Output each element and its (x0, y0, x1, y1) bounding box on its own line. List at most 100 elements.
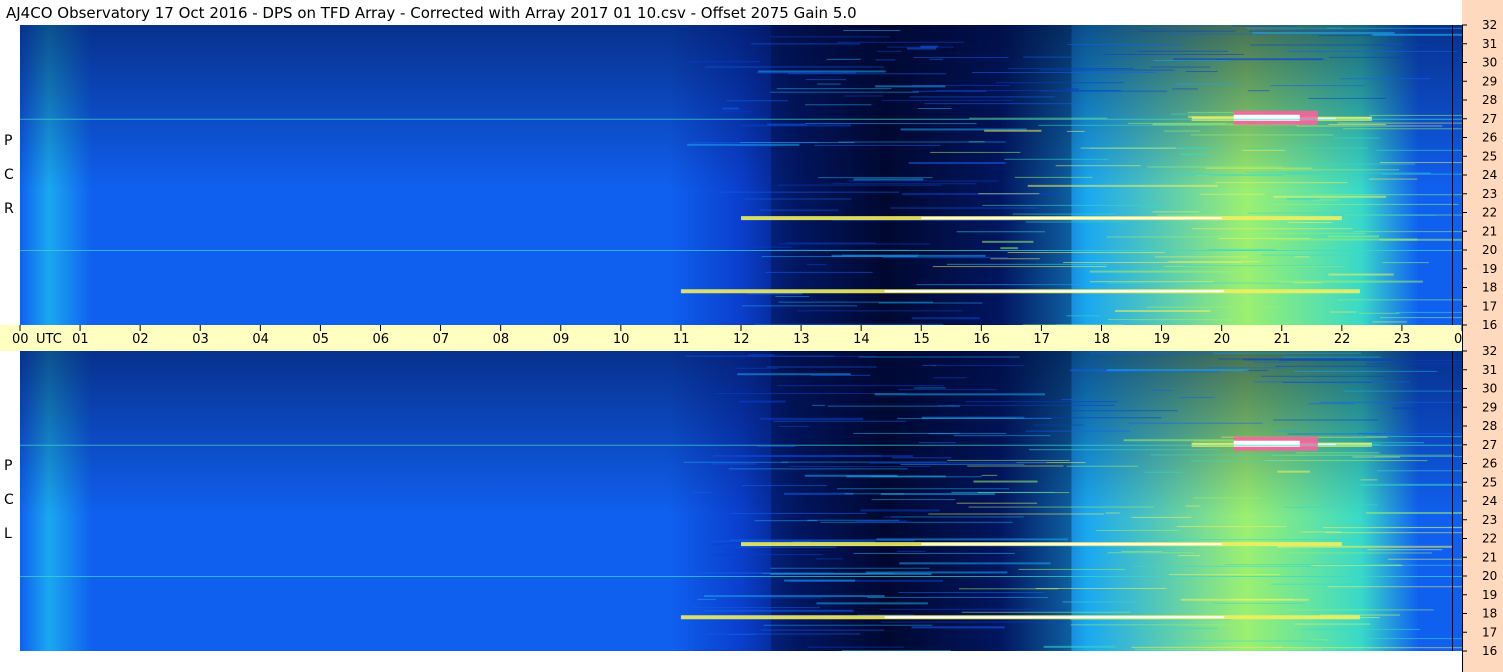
noise-streak (1342, 128, 1462, 130)
noise-streak (1253, 361, 1291, 363)
noise-streak (860, 509, 940, 512)
frequency-tick-label: 18 (1482, 281, 1497, 295)
noise-streak (1141, 206, 1162, 208)
time-tick-label: 14 (853, 332, 870, 347)
noise-streak (1106, 369, 1249, 372)
noise-streak (693, 649, 738, 651)
frequency-tick-label: 19 (1482, 262, 1497, 276)
noise-streak (898, 591, 1045, 593)
noise-streak (1185, 71, 1218, 73)
rfi-hotspot-core (1233, 114, 1300, 121)
noise-streak (1325, 532, 1462, 534)
noise-streak (978, 193, 1040, 195)
frequency-tick-label: 23 (1482, 513, 1497, 527)
noise-streak (911, 317, 981, 320)
noise-streak (1127, 122, 1227, 124)
noise-streak (1343, 390, 1462, 392)
noise-streak (697, 598, 717, 600)
noise-streak (853, 178, 924, 181)
noise-streak (1392, 407, 1454, 410)
time-tick-label: 08 (493, 332, 510, 347)
noise-streak (1270, 85, 1365, 87)
noise-streak (1131, 565, 1318, 567)
noise-streak (951, 491, 1055, 493)
frequency-tick-label: 24 (1482, 494, 1497, 508)
noise-streak (1183, 265, 1344, 267)
time-tick-label: 19 (1154, 332, 1171, 347)
noise-streak (1282, 356, 1381, 358)
noise-streak (1328, 273, 1394, 276)
rcp-letter-r: R (4, 201, 14, 217)
noise-streak (1144, 471, 1183, 473)
noise-streak (982, 240, 1034, 243)
noise-streak (1172, 88, 1198, 90)
noise-streak (1379, 238, 1462, 241)
noise-streak (1152, 211, 1200, 213)
frequency-tick-label: 28 (1482, 419, 1497, 433)
noise-streak (1218, 238, 1311, 240)
noise-streak (947, 404, 1115, 406)
noise-streak (1287, 433, 1383, 435)
noise-streak (965, 401, 1118, 403)
noise-streak (815, 558, 843, 560)
noise-streak (932, 266, 1107, 268)
noise-streak (1360, 479, 1378, 481)
noise-streak (841, 650, 951, 651)
noise-streak (1131, 646, 1283, 648)
noise-streak (961, 611, 1130, 613)
frequency-tick-label: 31 (1482, 363, 1497, 377)
noise-streak (1294, 370, 1437, 372)
noise-streak (704, 66, 884, 68)
noise-streak (1372, 321, 1407, 323)
noise-streak (1121, 550, 1163, 552)
noise-streak (882, 257, 1008, 259)
time-tick-label: 01 (72, 332, 89, 347)
noise-streak (1070, 624, 1237, 626)
noise-streak (1067, 44, 1182, 46)
noise-streak (1379, 162, 1462, 164)
noise-streak (832, 183, 977, 185)
frequency-tick-label: 16 (1482, 318, 1497, 332)
noise-streak (911, 626, 1005, 629)
noise-streak (1168, 261, 1261, 263)
noise-streak (1300, 147, 1369, 149)
noise-streak (890, 207, 1038, 209)
noise-streak (1190, 460, 1282, 462)
noise-streak (913, 57, 1009, 59)
noise-streak (947, 459, 1070, 461)
noise-streak (1370, 34, 1462, 36)
noise-streak (918, 442, 956, 444)
noise-streak (1151, 389, 1174, 391)
noise-streak (928, 433, 960, 435)
noise-streak (783, 579, 856, 582)
noise-streak (1168, 574, 1281, 576)
noise-streak (1273, 419, 1379, 421)
noise-streak (956, 231, 1045, 233)
noise-streak (763, 624, 933, 626)
noise-streak (692, 607, 821, 609)
noise-streak (1150, 454, 1284, 456)
noise-streak (1212, 602, 1303, 604)
noise-streak (779, 243, 930, 245)
noise-streak (747, 246, 792, 248)
noise-streak (969, 117, 1108, 119)
constant-line (20, 576, 1462, 577)
frequency-tick-label: 18 (1482, 607, 1497, 621)
noise-streak (1156, 214, 1219, 216)
frequency-tick-label: 21 (1482, 550, 1497, 564)
frequency-tick-label: 32 (1482, 344, 1497, 358)
noise-streak (1360, 483, 1462, 486)
noise-streak (1066, 130, 1085, 132)
noise-streak (837, 41, 965, 43)
noise-streak (1135, 627, 1219, 629)
noise-streak (928, 513, 1104, 515)
frequency-tick-label: 24 (1482, 168, 1497, 182)
noise-streak (1322, 504, 1378, 506)
constant-line (20, 444, 1462, 446)
noise-streak (762, 572, 895, 574)
noise-streak (1294, 256, 1310, 258)
noise-streak (1359, 312, 1400, 314)
noise-streak (739, 141, 855, 143)
noise-streak (883, 516, 907, 518)
frequency-tick-label: 25 (1482, 475, 1497, 489)
